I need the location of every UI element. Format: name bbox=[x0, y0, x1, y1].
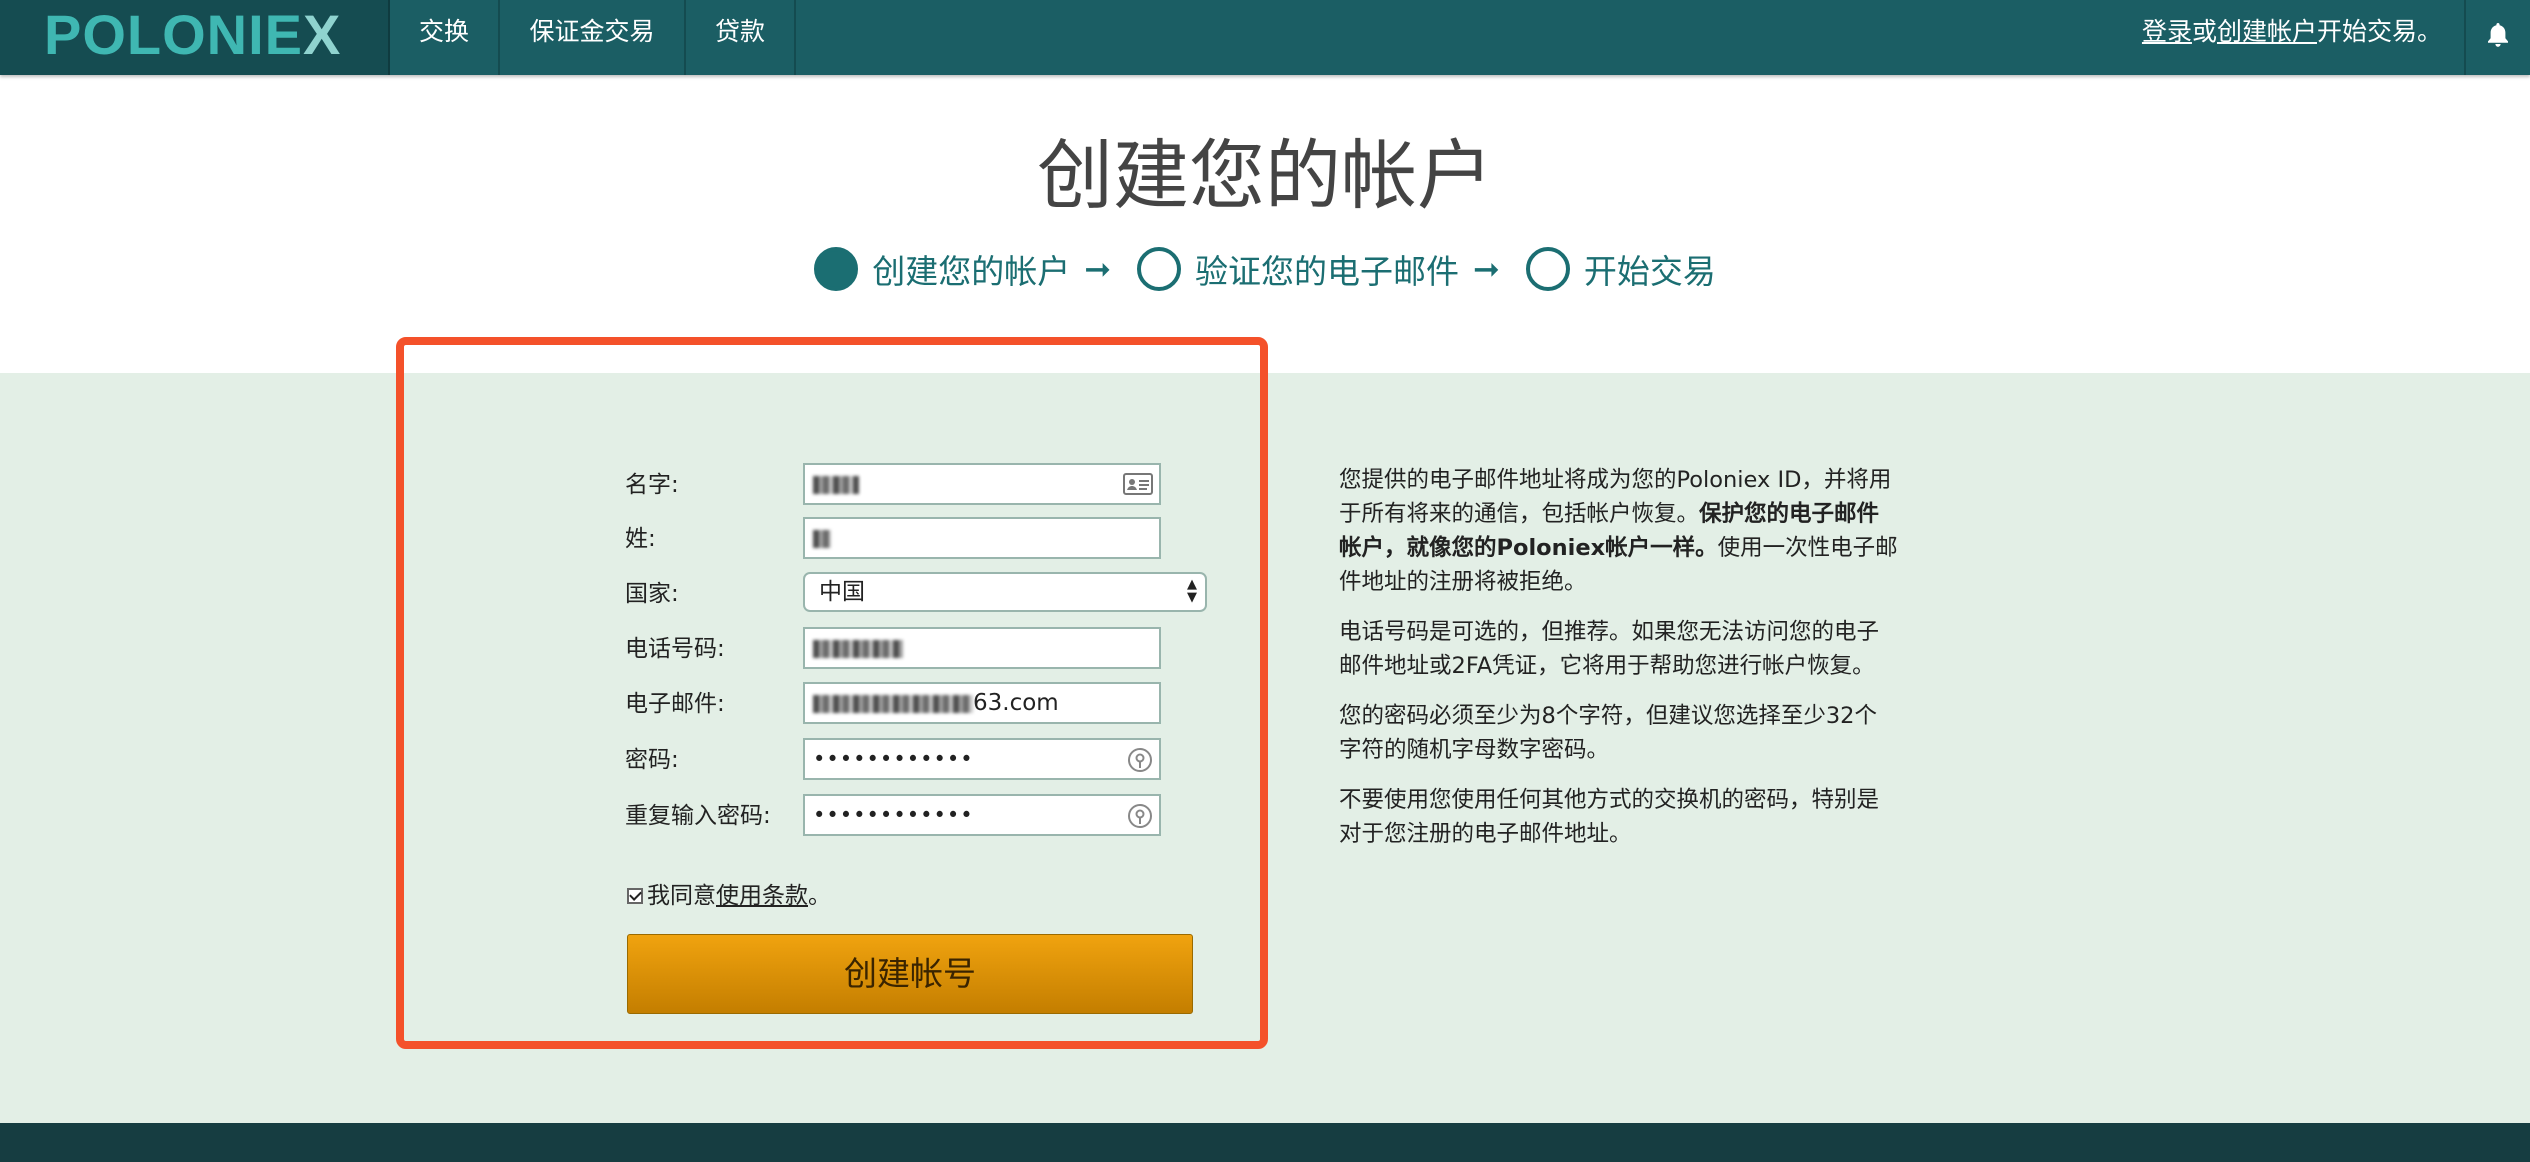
signup-link[interactable]: 创建帐户 bbox=[2217, 17, 2317, 46]
info-paragraph-email: 您提供的电子邮件地址将成为您的Poloniex ID，并将用于所有将来的通信，包… bbox=[1339, 463, 1899, 599]
login-link[interactable]: 登录 bbox=[2142, 17, 2192, 46]
nav-margin-trading[interactable]: 保证金交易 bbox=[500, 0, 686, 75]
step-circle-icon bbox=[1137, 247, 1181, 291]
info-paragraph-password: 您的密码必须至少为8个字符，但建议您选择至少32个字符的随机字母数字密码。 bbox=[1339, 703, 1877, 763]
step-label-3: 开始交易 bbox=[1583, 252, 1716, 291]
or-text: 或 bbox=[2191, 17, 2217, 46]
info-paragraph-phone: 电话号码是可选的，但推荐。如果您无法访问您的电子邮件地址或2FA凭证，它将用于帮… bbox=[1339, 619, 1880, 679]
poloniex-logo[interactable]: POLONIEX bbox=[44, 2, 341, 68]
footer-bar bbox=[0, 1123, 2530, 1162]
step-label-2: 验证您的电子邮件 bbox=[1195, 252, 1459, 291]
logo-container[interactable]: POLONIEX bbox=[0, 0, 390, 75]
auth-links: 登录或创建帐户开始交易。 bbox=[2142, 0, 2442, 64]
step-active-circle-icon bbox=[814, 247, 859, 291]
bell-icon bbox=[2488, 23, 2508, 47]
start-trading-text: 开始交易。 bbox=[2316, 17, 2442, 46]
arrow-right-icon: ➞ bbox=[1473, 250, 1500, 288]
step-circle-icon bbox=[1525, 247, 1570, 291]
logo-text-x: X bbox=[303, 3, 342, 66]
signup-steps: 创建您的帐户 ➞ 验证您的电子邮件 ➞ 开始交易 bbox=[0, 240, 2530, 298]
arrow-right-icon: ➞ bbox=[1084, 250, 1111, 288]
info-paragraph-reuse: 不要使用您使用任何其他方式的交换机的密码，特别是对于您注册的电子邮件地址。 bbox=[1339, 787, 1880, 847]
highlight-annotation-box bbox=[396, 337, 1268, 1049]
nav-lending[interactable]: 贷款 bbox=[686, 0, 796, 75]
signup-info-text: 您提供的电子邮件地址将成为您的Poloniex ID，并将用于所有将来的通信，包… bbox=[1339, 463, 1899, 867]
page-title: 创建您的帐户 bbox=[1037, 131, 1493, 220]
top-navbar: POLONIEX 交换 保证金交易 贷款 登录或创建帐户开始交易。 bbox=[0, 0, 2530, 75]
notifications-button[interactable] bbox=[2464, 0, 2530, 75]
nav-exchange[interactable]: 交换 bbox=[390, 0, 500, 75]
logo-text-main: POLONIE bbox=[44, 3, 304, 66]
step-create-account: 创建您的帐户 ➞ bbox=[814, 245, 1137, 293]
step-verify-email: 验证您的电子邮件 ➞ bbox=[1137, 245, 1526, 293]
step-start-trading: 开始交易 bbox=[1525, 245, 1716, 293]
step-label-1: 创建您的帐户 bbox=[872, 252, 1071, 291]
